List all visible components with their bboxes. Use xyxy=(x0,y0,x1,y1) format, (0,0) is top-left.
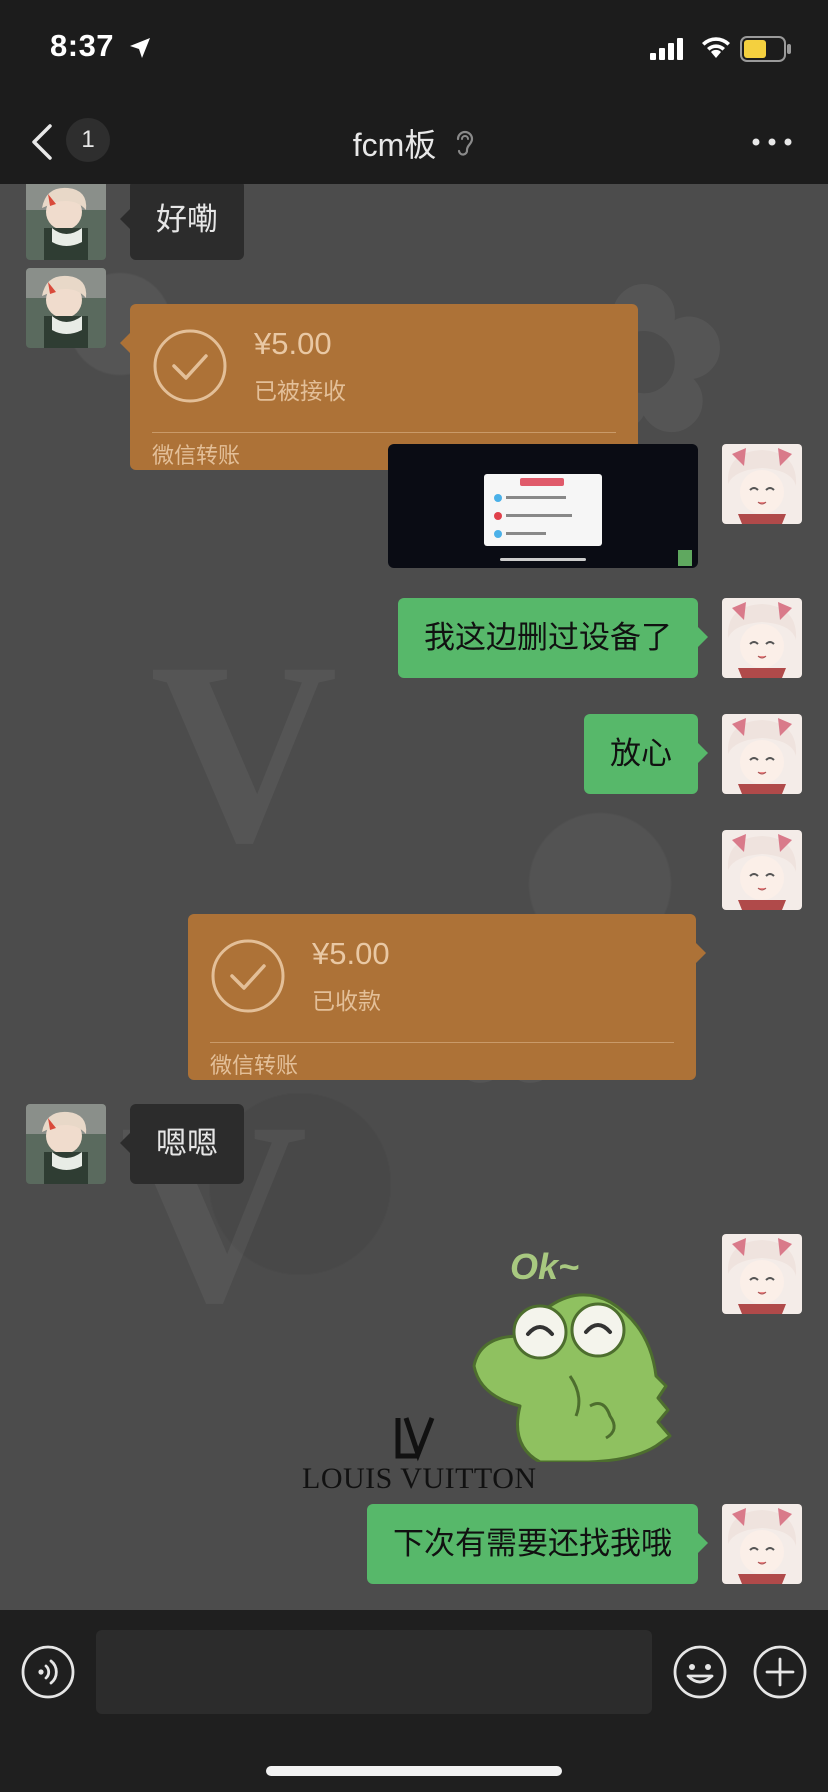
transfer-label: 微信转账 xyxy=(152,443,241,468)
emoji-icon[interactable] xyxy=(672,1644,728,1700)
screenshot-row xyxy=(506,514,572,517)
transfer-status: 已被接收 xyxy=(254,378,346,404)
my-avatar-icon xyxy=(722,714,802,794)
chat-message-list[interactable]: V ✿ V ✿ LOUIS VUITTON 好嘞 xyxy=(0,184,828,1610)
contact-avatar[interactable] xyxy=(26,184,106,260)
transfer-label: 微信转账 xyxy=(210,1053,299,1078)
my-avatar-icon xyxy=(722,598,802,678)
location-arrow-icon xyxy=(130,38,150,58)
message-bubble[interactable]: 我这边删过设备了 xyxy=(398,598,708,678)
crocodile-sticker-icon xyxy=(472,1293,672,1462)
my-avatar-icon xyxy=(722,830,802,910)
wallpaper-brand-text: LOUIS VUITTON xyxy=(302,1462,537,1495)
my-avatar[interactable] xyxy=(722,1504,802,1584)
more-options-icon[interactable] xyxy=(750,130,794,154)
wallpaper-lv-logo-icon xyxy=(395,1417,435,1462)
transfer-card[interactable]: ¥5.00 已收款 微信转账 xyxy=(188,914,706,1080)
transfer-check-icon xyxy=(153,329,227,403)
wallpaper-monogram: V xyxy=(150,609,338,897)
status-bar: 8:37 xyxy=(0,0,828,100)
transfer-amount: ¥5.00 xyxy=(254,326,332,361)
screenshot-row xyxy=(506,532,546,535)
sticker-caption: Ok~ xyxy=(510,1246,580,1287)
chat-title-text: fcm板 xyxy=(352,127,437,163)
contact-avatar[interactable] xyxy=(26,1104,106,1184)
image-message[interactable] xyxy=(388,444,698,568)
my-avatar[interactable] xyxy=(722,1234,802,1314)
home-indicator xyxy=(266,1766,562,1776)
screenshot-home-bar xyxy=(500,558,586,561)
my-avatar[interactable] xyxy=(722,598,802,678)
message-bubble[interactable]: 好嘞 xyxy=(120,184,244,260)
nav-bar: 1 fcm板 xyxy=(0,100,828,184)
transfer-divider xyxy=(152,432,616,433)
message-bubble[interactable]: 放心 xyxy=(584,714,708,794)
plus-more-icon[interactable] xyxy=(752,1644,808,1700)
transfer-amount: ¥5.00 xyxy=(312,936,390,971)
screenshot-row xyxy=(494,530,502,538)
my-avatar[interactable] xyxy=(722,830,802,910)
screenshot-dialog xyxy=(484,474,602,546)
transfer-divider xyxy=(210,1042,674,1043)
sticker-message[interactable]: Ok~ xyxy=(470,1246,696,1462)
message-bubble[interactable]: 下次有需要还找我哦 xyxy=(367,1504,708,1584)
screenshot-dialog-logo xyxy=(520,478,564,486)
chat-input-bar xyxy=(0,1610,828,1792)
voice-input-icon[interactable] xyxy=(20,1644,76,1700)
chat-title: fcm板 xyxy=(0,120,828,166)
screenshot-row xyxy=(494,494,502,502)
screenshot-row xyxy=(506,496,566,499)
contact-avatar[interactable] xyxy=(26,268,106,348)
screenshot-corner-thumb xyxy=(678,550,692,566)
my-avatar-icon xyxy=(722,444,802,524)
my-avatar-icon xyxy=(722,1234,802,1314)
my-avatar-icon xyxy=(722,1504,802,1584)
my-avatar[interactable] xyxy=(722,444,802,524)
message-bubble[interactable]: 嗯嗯 xyxy=(120,1104,244,1184)
screenshot-row xyxy=(494,512,502,520)
earpiece-mode-icon xyxy=(457,130,474,156)
contact-avatar-icon xyxy=(26,268,106,348)
cellular-signal-icon xyxy=(650,38,683,60)
transfer-status: 已收款 xyxy=(312,988,381,1014)
my-avatar[interactable] xyxy=(722,714,802,794)
transfer-check-icon xyxy=(211,939,285,1013)
contact-avatar-icon xyxy=(26,184,106,260)
battery-icon xyxy=(740,36,791,62)
wifi-icon xyxy=(702,37,730,58)
status-time: 8:37 xyxy=(50,28,115,63)
contact-avatar-icon xyxy=(26,1104,106,1184)
message-input[interactable] xyxy=(96,1630,652,1714)
